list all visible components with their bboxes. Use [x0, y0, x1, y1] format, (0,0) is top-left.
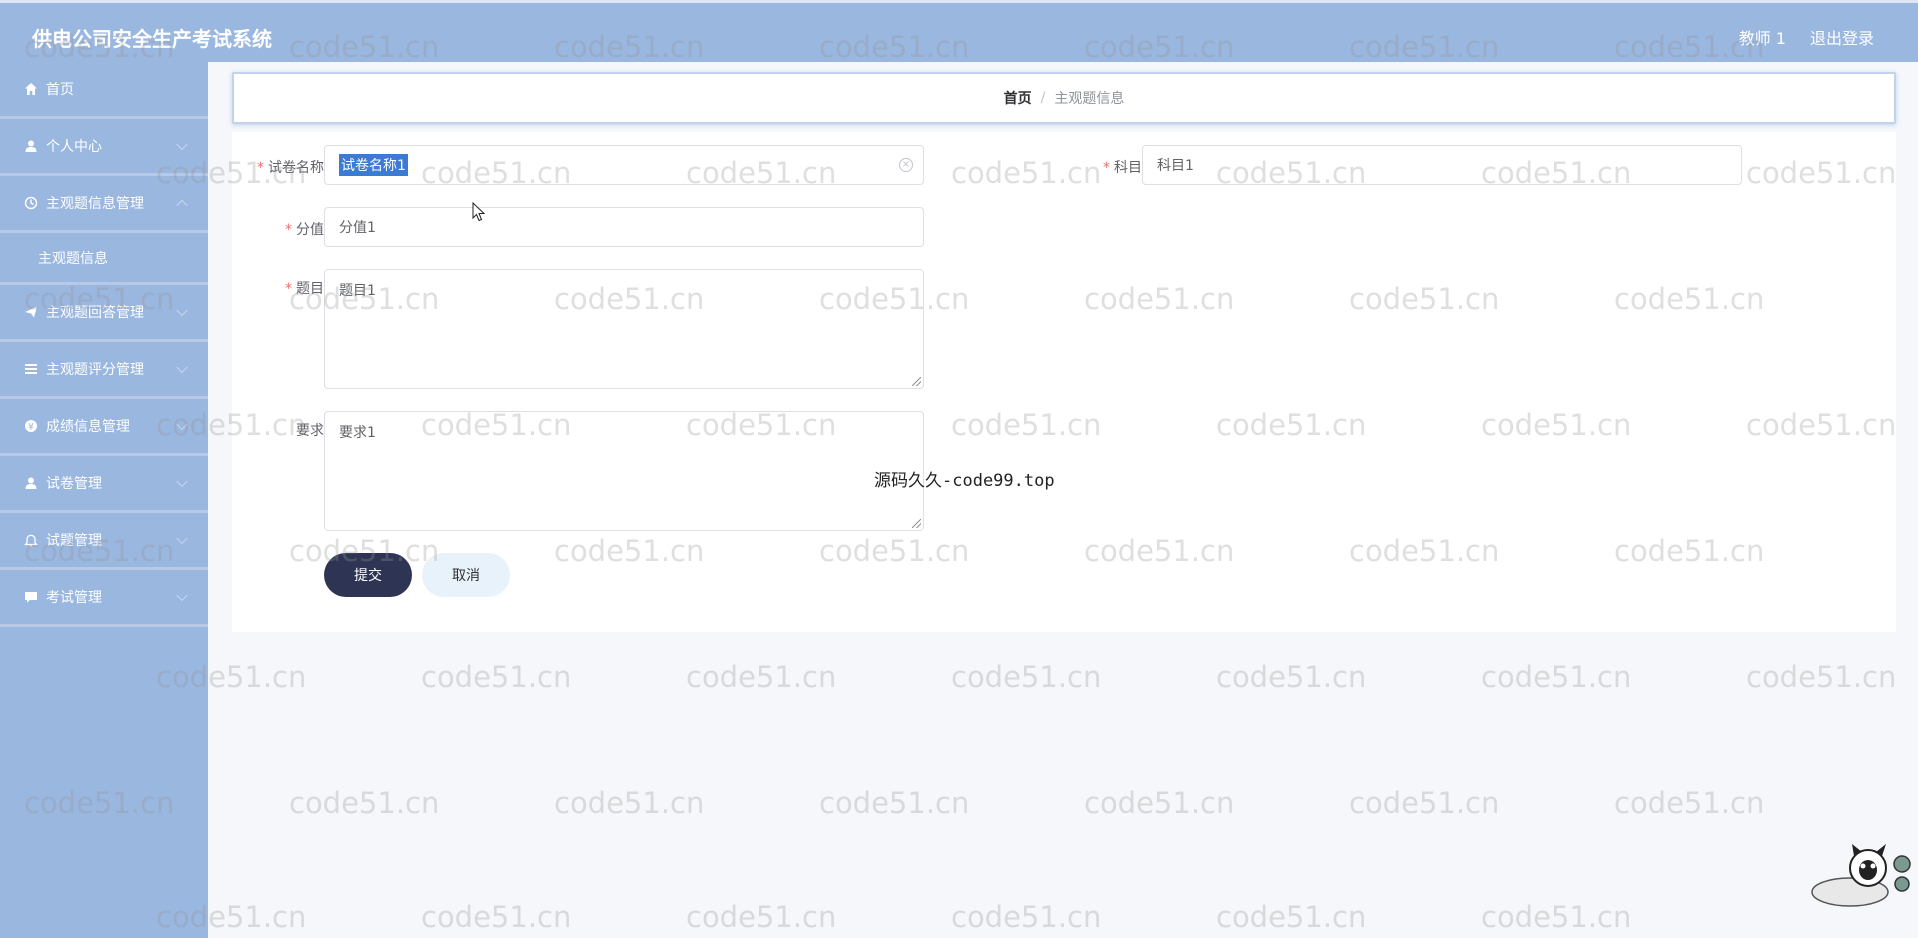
- home-icon: [22, 80, 40, 98]
- sidebar-item-subjective-score-mgmt[interactable]: 主观题评分管理: [0, 342, 208, 399]
- send-icon: [22, 303, 40, 321]
- sidebar-item-label: 首页: [46, 82, 74, 98]
- clear-icon[interactable]: ×: [899, 158, 913, 172]
- current-user-name[interactable]: 教师 1: [1739, 25, 1786, 49]
- required-asterisk: *: [285, 281, 292, 297]
- required-asterisk: *: [1103, 160, 1110, 176]
- bell-icon: [22, 531, 40, 549]
- subject-input[interactable]: 科目1: [1142, 145, 1742, 185]
- sidebar-item-label: 主观题评分管理: [46, 362, 144, 378]
- center-watermark-text: 源码久久-code99.top: [874, 471, 1055, 491]
- chevron-down-icon: [176, 475, 188, 488]
- coin-icon: ¥: [22, 417, 40, 435]
- question-label: * 题目: [285, 281, 324, 297]
- breadcrumb: 首页 / 主观题信息: [232, 72, 1896, 124]
- question-value: 题目1: [339, 283, 376, 299]
- score-label: * 分值: [285, 222, 324, 238]
- sidebar-item-exam-mgmt[interactable]: 考试管理: [0, 570, 208, 627]
- score-value: 分值1: [339, 220, 376, 236]
- score-input[interactable]: 分值1: [324, 207, 924, 247]
- watermark-text: code51.cn: [554, 786, 705, 820]
- required-asterisk: *: [285, 222, 292, 238]
- sidebar-item-paper-mgmt[interactable]: 试卷管理: [0, 456, 208, 513]
- resize-handle-icon[interactable]: [912, 519, 921, 528]
- chevron-down-icon: [176, 589, 188, 602]
- paper-name-input[interactable]: 试卷名称1 ×: [324, 145, 924, 185]
- watermark-text: code51.cn: [1216, 660, 1367, 694]
- watermark-text: code51.cn: [686, 660, 837, 694]
- watermark-text: code51.cn: [421, 900, 572, 934]
- sidebar-item-label: 试卷管理: [46, 476, 102, 492]
- watermark-text: code51.cn: [1216, 900, 1367, 934]
- sidebar-item-label: 主观题信息管理: [46, 196, 144, 212]
- sidebar-item-label: 试题管理: [46, 533, 102, 549]
- clock-icon: [22, 194, 40, 212]
- watermark-text: code51.cn: [819, 786, 970, 820]
- paper-name-value: 试卷名称1: [339, 154, 408, 176]
- requirement-label: 要求: [296, 423, 324, 439]
- sidebar-item-subjective-answer-mgmt[interactable]: 主观题回答管理: [0, 285, 208, 342]
- chevron-down-icon: [176, 304, 188, 317]
- required-asterisk: *: [257, 160, 264, 176]
- user-icon: [22, 137, 40, 155]
- sidebar-item-label: 成绩信息管理: [46, 419, 130, 435]
- watermark-text: code51.cn: [289, 786, 440, 820]
- logout-link[interactable]: 退出登录: [1810, 25, 1874, 49]
- question-textarea[interactable]: 题目1: [324, 269, 924, 389]
- chevron-down-icon: [176, 361, 188, 374]
- sidebar-item-label: 主观题回答管理: [46, 305, 144, 321]
- chevron-up-icon: [176, 199, 188, 212]
- watermark-text: code51.cn: [1481, 660, 1632, 694]
- mouse-cursor-icon: [472, 201, 486, 226]
- breadcrumb-home[interactable]: 首页: [1004, 88, 1032, 108]
- sidebar-item-question-mgmt[interactable]: 试题管理: [0, 513, 208, 570]
- watermark-text: code51.cn: [1614, 786, 1765, 820]
- chat-icon: [22, 588, 40, 606]
- paper-name-label: * 试卷名称: [257, 160, 324, 176]
- watermark-text: code51.cn: [1349, 786, 1500, 820]
- submit-button[interactable]: 提交: [324, 553, 412, 597]
- cancel-button[interactable]: 取消: [422, 553, 510, 597]
- user-icon: [22, 474, 40, 492]
- sidebar-item-subjective-info-mgmt[interactable]: 主观题信息管理: [0, 176, 208, 233]
- requirement-value: 要求1: [339, 425, 376, 441]
- sidebar-item-label: 考试管理: [46, 590, 102, 606]
- chevron-down-icon: [176, 532, 188, 545]
- sidebar-menu: 首页 个人中心 主观题信息管理 主观题信息 主观题回答管理 主观题评分管理 ¥ …: [0, 62, 208, 938]
- watermark-text: code51.cn: [1084, 786, 1235, 820]
- resize-handle-icon[interactable]: [912, 377, 921, 386]
- sidebar-item-personal-center[interactable]: 个人中心: [0, 119, 208, 176]
- sidebar-subitem-subjective-info[interactable]: 主观题信息: [0, 233, 208, 285]
- breadcrumb-separator: /: [1040, 90, 1046, 106]
- watermark-text: code51.cn: [686, 900, 837, 934]
- chevron-down-icon: [176, 418, 188, 431]
- sidebar-item-label: 个人中心: [46, 139, 102, 155]
- sidebar-item-grade-info-mgmt[interactable]: ¥ 成绩信息管理: [0, 399, 208, 456]
- watermark-text: code51.cn: [421, 660, 572, 694]
- header-user-area: 教师 1 退出登录: [1739, 25, 1874, 49]
- requirement-textarea[interactable]: 要求1: [324, 411, 924, 531]
- subject-value: 科目1: [1157, 158, 1194, 174]
- top-header: 供电公司安全生产考试系统 教师 1 退出登录: [0, 0, 1918, 62]
- watermark-text: code51.cn: [951, 660, 1102, 694]
- watermark-text: code51.cn: [951, 900, 1102, 934]
- list-icon: [22, 360, 40, 378]
- watermark-text: code51.cn: [1746, 660, 1897, 694]
- subject-label: * 科目: [1103, 160, 1142, 176]
- app-title: 供电公司安全生产考试系统: [32, 27, 272, 51]
- chevron-down-icon: [176, 138, 188, 151]
- svg-text:¥: ¥: [28, 423, 34, 433]
- cat-mascot-icon: [1806, 842, 1916, 916]
- watermark-text: code51.cn: [1481, 900, 1632, 934]
- sidebar-item-home[interactable]: 首页: [0, 62, 208, 119]
- breadcrumb-current: 主观题信息: [1054, 91, 1125, 107]
